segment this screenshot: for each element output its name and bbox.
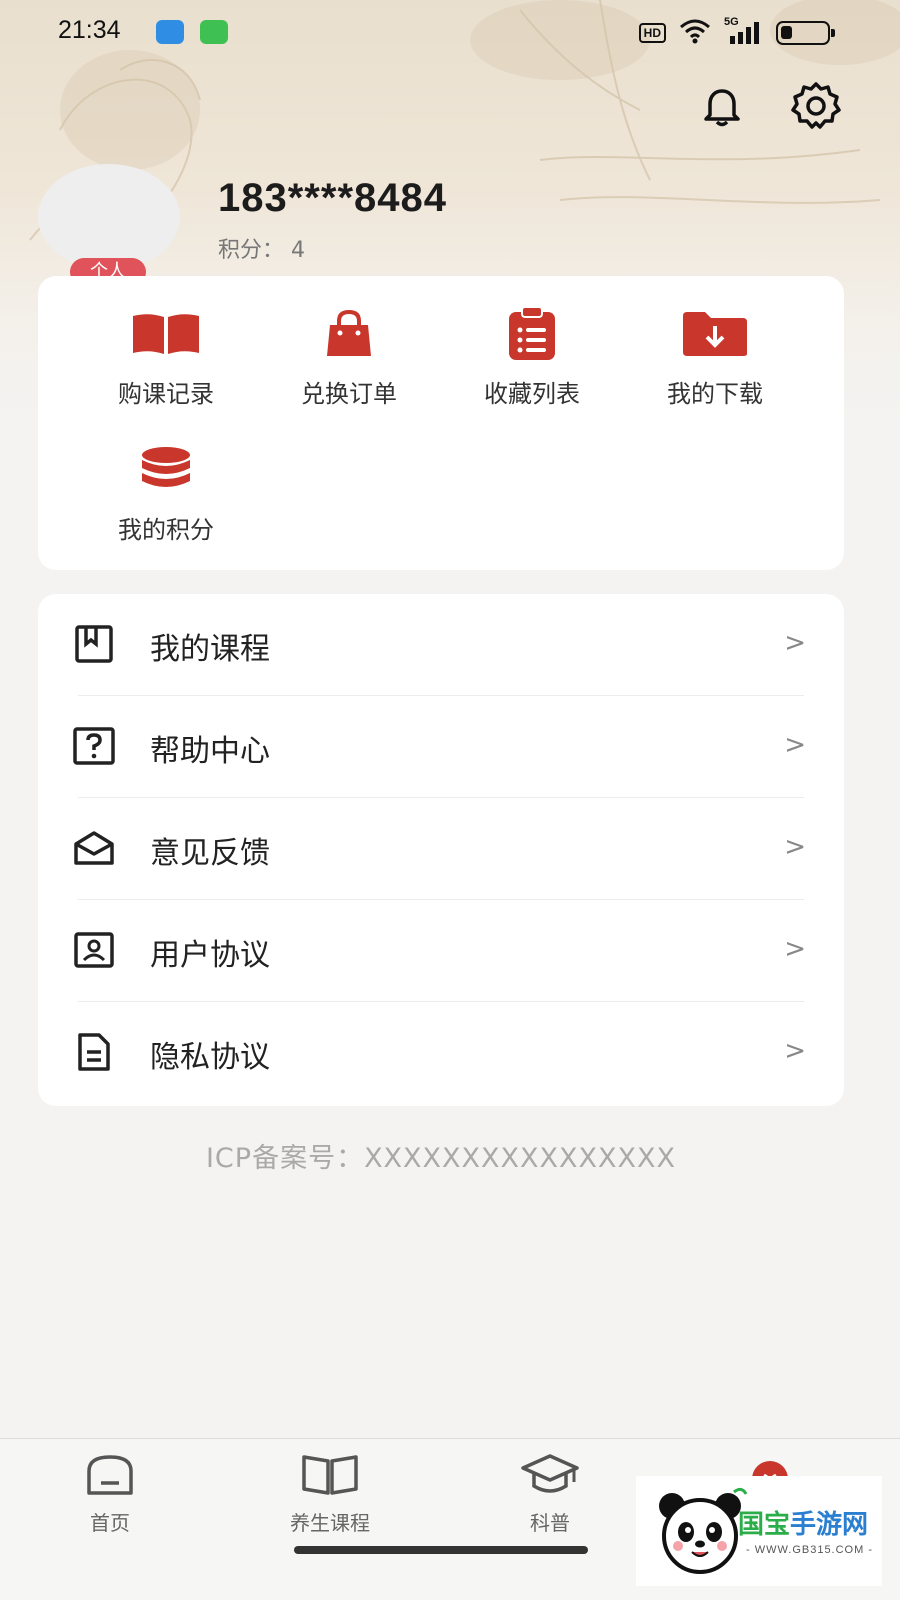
chevron-right-icon: > <box>784 934 806 964</box>
tab-science[interactable]: 科普 <box>480 1449 620 1536</box>
menu-card: 我的课程 > 帮助中心 > 意见反馈 > 用户协议 > 隐私协议 > <box>38 594 844 1106</box>
avatar[interactable] <box>38 164 180 270</box>
cell-signal-icon: 5G <box>724 16 764 46</box>
book-icon <box>300 1449 360 1501</box>
home-icon <box>80 1449 140 1501</box>
home-indicator <box>294 1546 588 1554</box>
chat-app-icon <box>156 20 184 44</box>
quick-label: 购课记录 <box>118 380 214 408</box>
quick-label: 我的积分 <box>118 516 214 544</box>
menu-item-privacy-agreement[interactable]: 隐私协议 > <box>38 1002 844 1104</box>
user-phone: 183****8484 <box>218 176 447 220</box>
tab-label: 科普 <box>530 1511 570 1535</box>
menu-item-feedback[interactable]: 意见反馈 > <box>38 798 844 900</box>
watermark-name-highlight: 国宝 <box>738 1510 791 1540</box>
chevron-right-icon: > <box>784 1036 806 1066</box>
icp-record-text: ICP备案号：XXXXXXXXXXXXXXXX <box>205 1143 677 1174</box>
quick-my-points[interactable]: 我的积分 <box>86 440 246 545</box>
graduation-cap-icon <box>520 1449 580 1501</box>
hd-badge: HD <box>638 23 666 43</box>
quick-my-downloads[interactable]: 我的下载 <box>635 304 795 409</box>
coin-stack-icon <box>130 440 202 500</box>
quick-favorites[interactable]: 收藏列表 <box>452 304 612 409</box>
battery-icon <box>776 21 835 45</box>
site-watermark: 国宝手游网 - WWW.GB315.COM - <box>636 1476 882 1586</box>
chevron-right-icon: > <box>784 832 806 862</box>
quick-label: 我的下载 <box>667 380 763 408</box>
menu-label: 隐私协议 <box>150 1040 270 1075</box>
gear-icon[interactable] <box>788 78 844 134</box>
menu-label: 意见反馈 <box>150 836 270 871</box>
tab-label: 养生课程 <box>290 1511 370 1535</box>
status-bar: 21:34 HD 5G <box>0 0 900 64</box>
shopping-bag-icon <box>313 304 385 364</box>
tab-home[interactable]: 首页 <box>40 1449 180 1536</box>
menu-item-help-center[interactable]: 帮助中心 > <box>38 696 844 798</box>
bell-icon[interactable] <box>694 78 750 134</box>
quick-label: 收藏列表 <box>484 380 580 408</box>
id-card-icon <box>72 928 116 972</box>
menu-item-my-courses[interactable]: 我的课程 > <box>38 594 844 696</box>
quick-exchange-orders[interactable]: 兑换订单 <box>269 304 429 409</box>
user-points: 积分： 4 <box>218 238 305 263</box>
chevron-right-icon: > <box>784 730 806 760</box>
watermark-name: 国宝手游网 <box>738 1504 868 1541</box>
question-box-icon <box>72 724 116 768</box>
menu-label: 用户协议 <box>150 938 270 973</box>
quick-purchase-records[interactable]: 购课记录 <box>86 304 246 409</box>
chevron-right-icon: > <box>784 628 806 658</box>
open-envelope-icon <box>72 826 116 870</box>
battery-fill <box>781 26 792 39</box>
menu-label: 我的课程 <box>150 632 270 667</box>
quick-actions-card: 购课记录 兑换订单 收藏列表 我的下载 我的积分 <box>38 276 844 570</box>
panda-logo-icon <box>659 1487 748 1574</box>
folder-download-icon <box>679 304 751 364</box>
watermark-url: - WWW.GB315.COM - <box>746 1544 873 1556</box>
quick-label: 兑换订单 <box>301 380 397 408</box>
clipboard-list-icon <box>496 304 568 364</box>
document-icon <box>72 1030 116 1074</box>
menu-item-user-agreement[interactable]: 用户协议 > <box>38 900 844 1002</box>
open-book-icon <box>130 304 202 364</box>
watermark-name-rest: 手游网 <box>790 1510 869 1540</box>
message-app-icon <box>200 20 228 44</box>
menu-label: 帮助中心 <box>150 734 270 769</box>
tab-label: 首页 <box>90 1511 130 1535</box>
bookmark-book-icon <box>72 622 116 666</box>
wifi-icon <box>678 18 712 48</box>
tab-wellness-courses[interactable]: 养生课程 <box>260 1449 400 1536</box>
status-time: 21:34 <box>58 16 121 44</box>
